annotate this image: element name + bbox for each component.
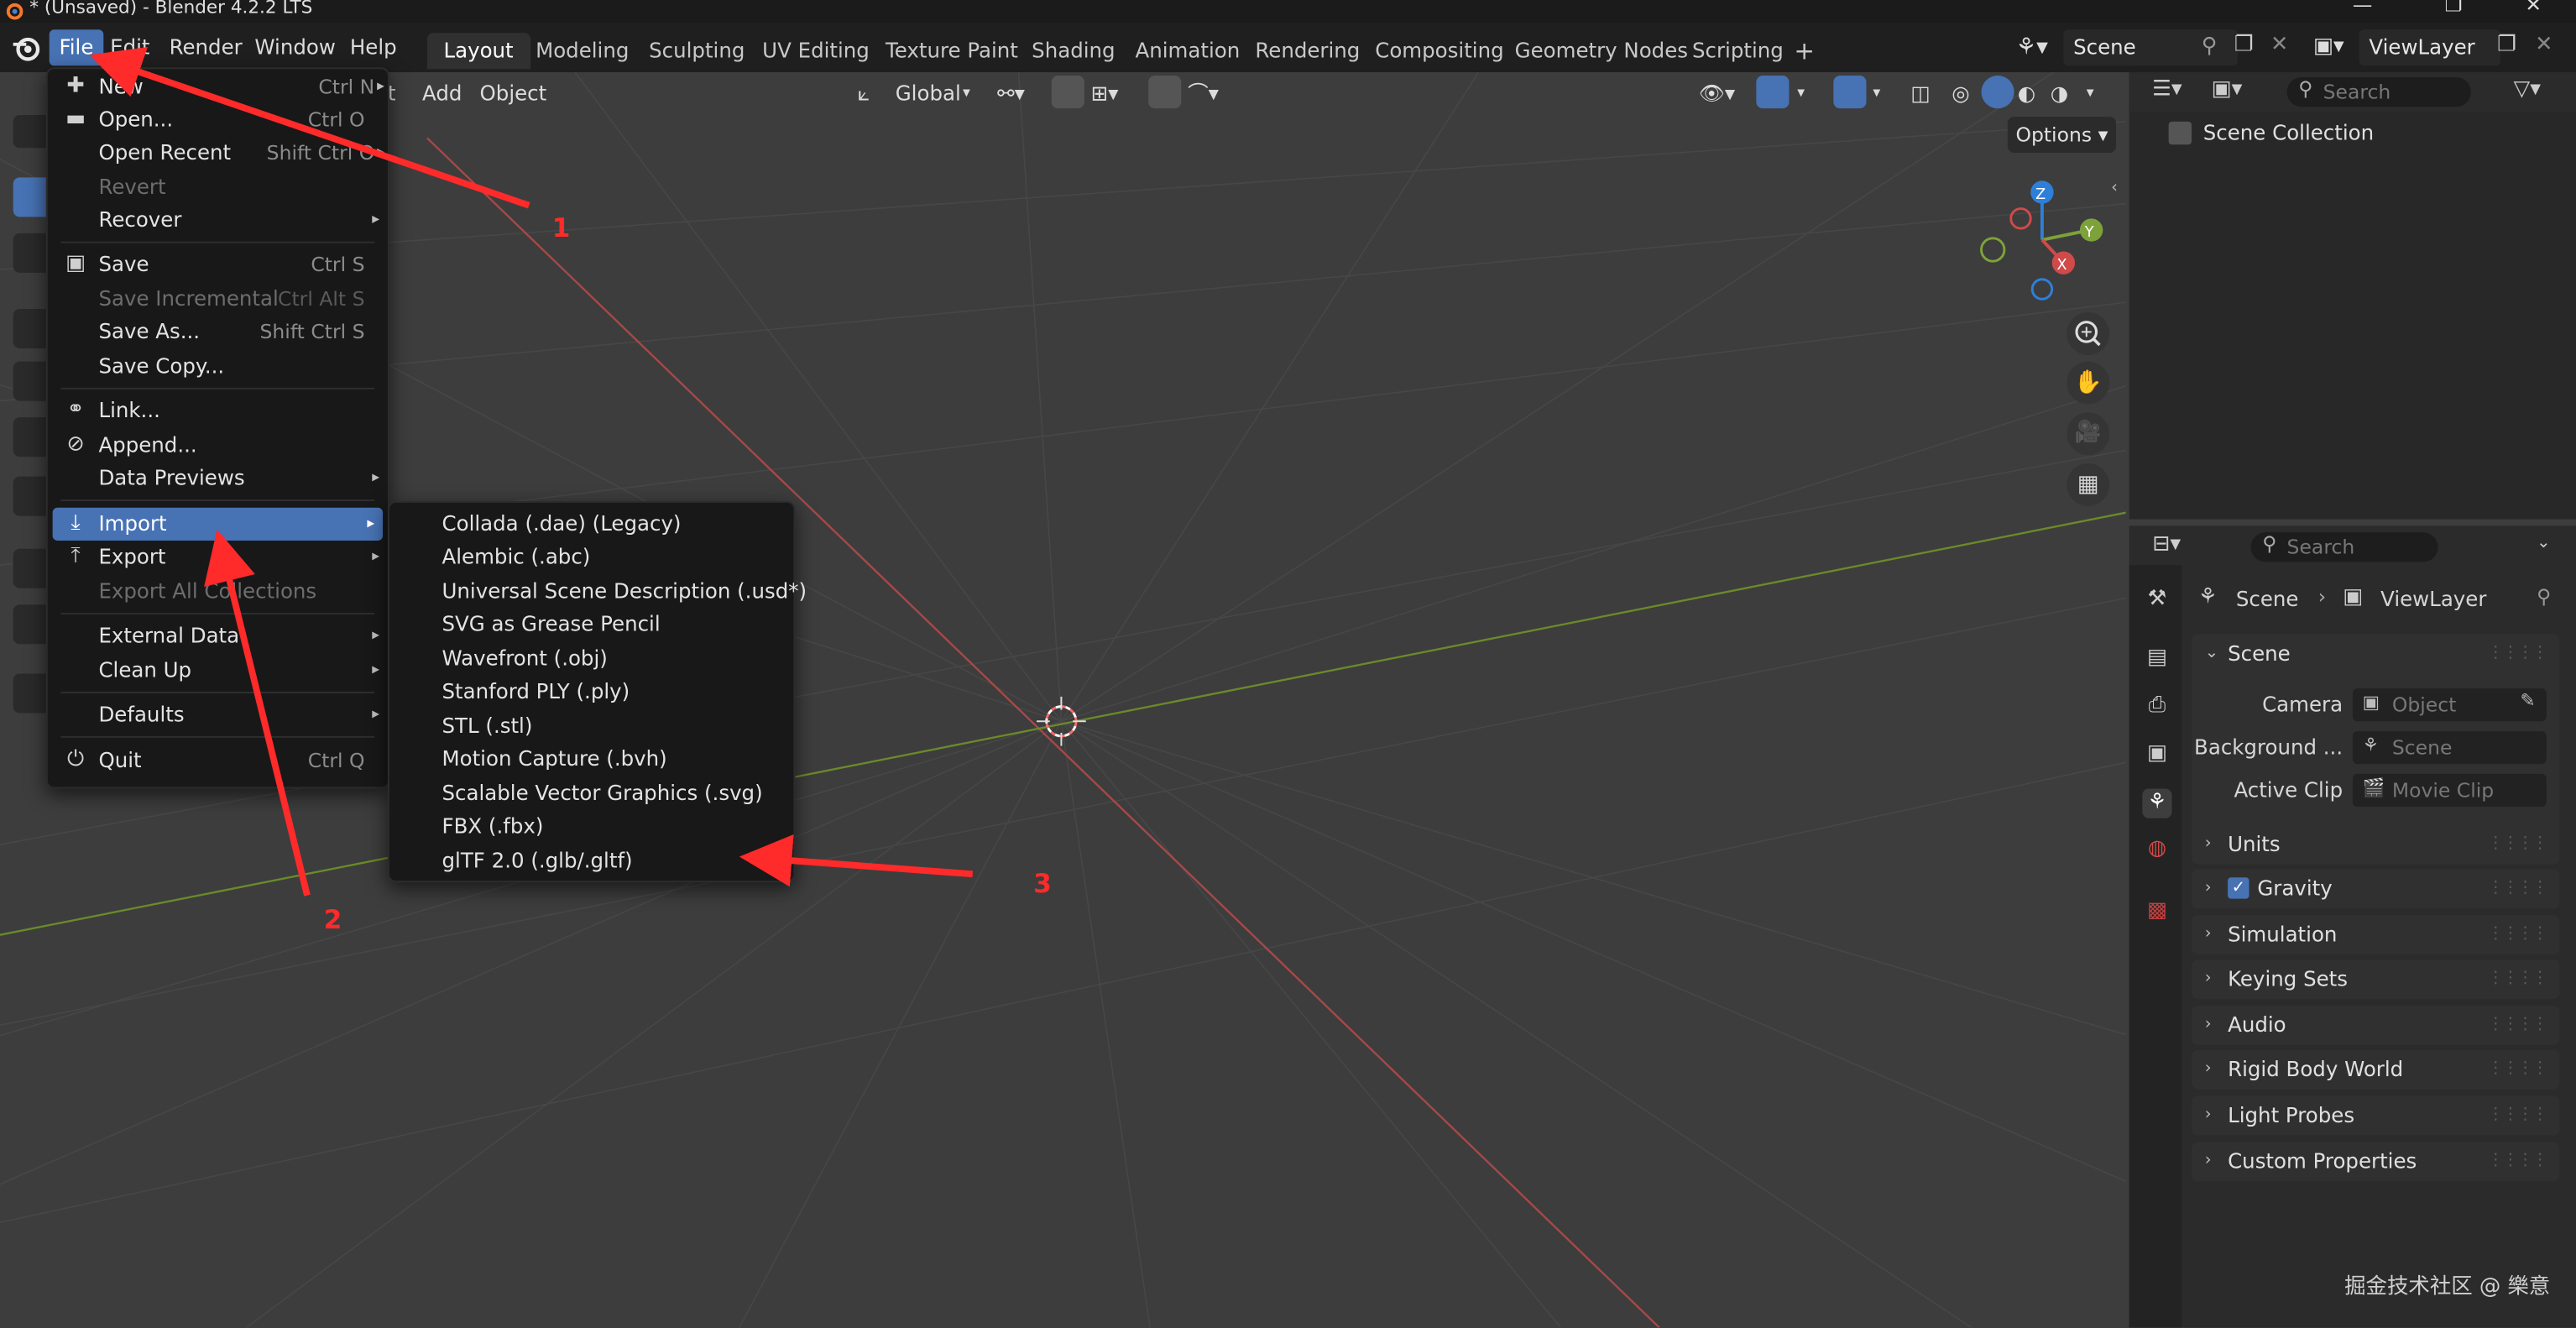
annotation-label-2: 2 — [323, 903, 342, 935]
annotation-arrow-2 — [204, 529, 311, 897]
annotation-arrow-3 — [739, 834, 974, 887]
annotation-overlay — [89, 47, 974, 897]
blender-window: * (Unsaved) - Blender 4.2.2 LTS — ❐ ✕ Fi… — [0, 0, 2576, 1328]
annotation-label-1: 1 — [551, 212, 571, 243]
annotation-arrow-1 — [89, 47, 530, 209]
watermark-text: 掘金技术社区 @ 樂意 — [2344, 1274, 2551, 1300]
annotation-label-3: 3 — [1033, 867, 1052, 899]
